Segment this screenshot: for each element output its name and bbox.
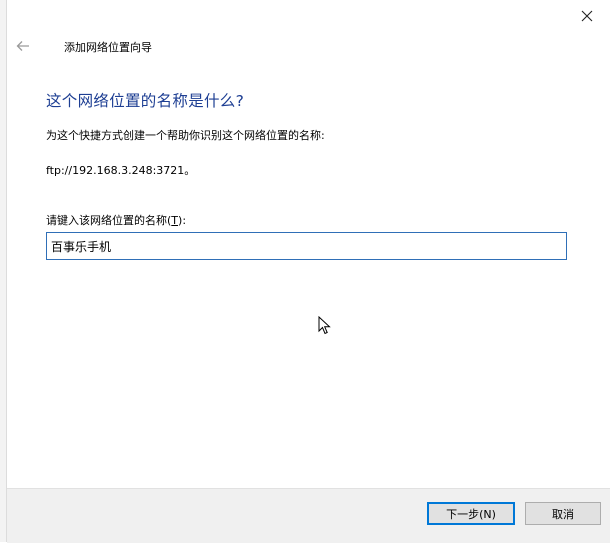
name-field-label: 请键入该网络位置的名称(T): [46, 212, 186, 228]
strip-edge [6, 0, 7, 542]
network-location-name-input[interactable] [46, 232, 567, 260]
wizard-title: 添加网络位置向导 [64, 41, 152, 54]
close-button[interactable] [570, 2, 604, 30]
page-heading: 这个网络位置的名称是什么? [46, 92, 245, 110]
mouse-cursor-icon [318, 316, 331, 335]
left-window-strip [0, 0, 7, 542]
close-icon [581, 10, 593, 22]
back-button[interactable] [12, 36, 34, 56]
back-arrow-icon [16, 41, 29, 51]
instruction-text: 为这个快捷方式创建一个帮助你识别这个网络位置的名称: [46, 129, 325, 142]
name-label-prefix: 请键入该网络位置的名称( [46, 214, 172, 227]
next-button[interactable]: 下一步(N) [427, 502, 515, 525]
name-label-suffix: ): [178, 214, 187, 227]
ftp-path-text: ftp://192.168.3.248:3721。 [46, 164, 196, 177]
wizard-footer: 下一步(N) 取消 [7, 488, 610, 543]
cancel-button[interactable]: 取消 [525, 502, 601, 525]
